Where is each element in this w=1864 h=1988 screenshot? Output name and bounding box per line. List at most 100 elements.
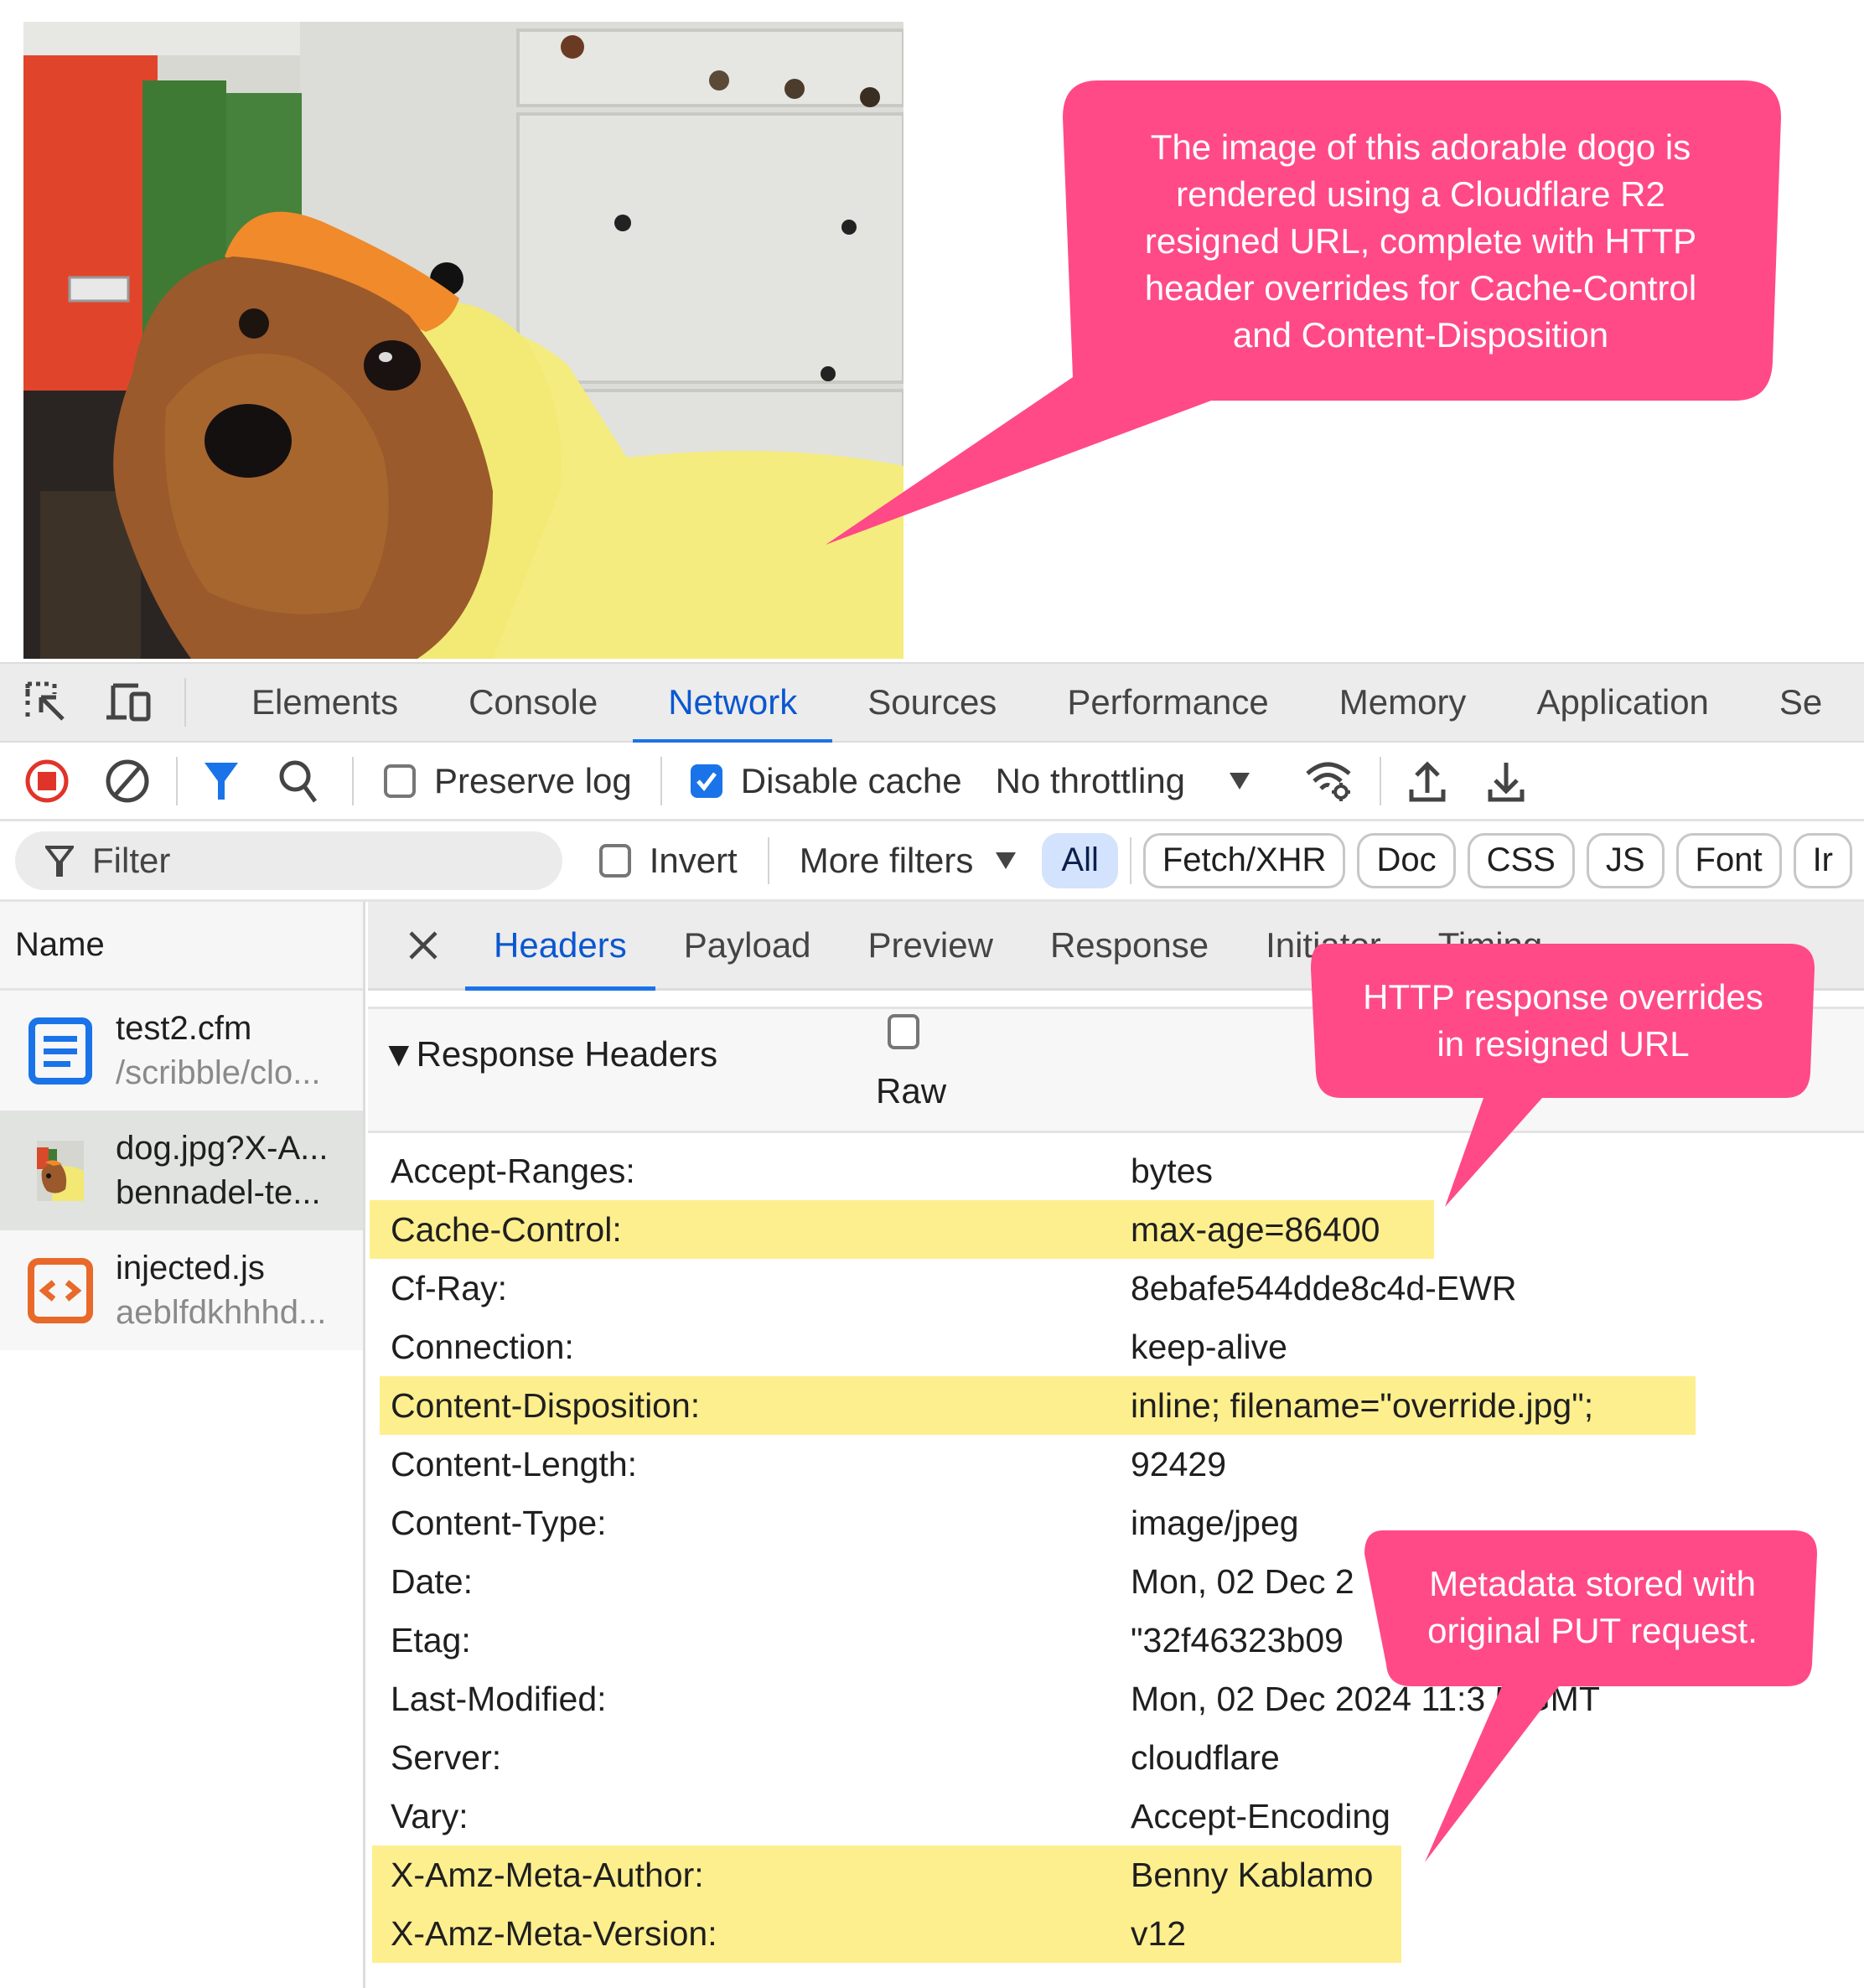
header-row: Etag: "32f46323b09 [368,1611,1864,1670]
dog-photo [23,22,904,659]
response-headers-toggle[interactable]: ▼Response Headers [381,1034,717,1074]
clear-button[interactable] [104,752,151,810]
details-spacer [368,991,1864,1009]
main-tab-application[interactable]: Application [1501,663,1743,742]
request-row[interactable]: dog.jpg?X-A... bennadel-te... [0,1110,363,1230]
preserve-log-box[interactable] [384,764,416,798]
header-value: max-age=86400 [1131,1209,1380,1249]
header-row: Content-Length: 92429 [368,1435,1864,1494]
main-tab-network[interactable]: Network [633,663,833,743]
toolbar-divider [184,678,186,727]
header-row: Accept-Ranges: bytes [368,1142,1864,1200]
details-tab-headers[interactable]: Headers [465,902,655,991]
header-name: Cf-Ray: [391,1268,507,1307]
filter-input[interactable]: Filter [15,831,562,890]
type-filter-doc[interactable]: Doc [1357,832,1456,888]
header-name: Server: [391,1737,502,1777]
header-name: X-Amz-Meta-Author: [391,1855,704,1894]
name-column-header[interactable]: Name [0,902,363,991]
devtools-main-tab-bar: Elements Console Network Sources Perform… [0,662,1864,743]
header-row: X-Amz-Meta-Version: v12 [368,1904,1864,1963]
device-toolbar-icon[interactable] [102,676,154,728]
request-name: dog.jpg?X-A... [116,1129,329,1167]
header-name: Date: [391,1561,473,1601]
document-icon [25,1016,96,1086]
search-button[interactable] [275,752,322,810]
close-details-button[interactable] [398,920,448,971]
details-tab-preview[interactable]: Preview [840,902,1022,988]
network-conditions-button[interactable] [1304,752,1354,810]
header-name: Connection: [391,1327,574,1366]
invert-box[interactable] [598,843,631,878]
filter-funnel-icon [45,845,74,877]
details-tab-timing[interactable]: Timing [1410,902,1571,988]
details-tab-initiator[interactable]: Initiator [1237,902,1410,988]
header-row: Vary: Accept-Encoding [368,1787,1864,1846]
image-thumbnail-icon [25,1136,96,1206]
header-row: Server: cloudflare [368,1728,1864,1787]
main-tab-security[interactable]: Se [1744,663,1857,742]
header-value: Accept-Encoding [1131,1796,1390,1835]
request-row[interactable]: injected.js aeblfdkhhhd... [0,1230,363,1350]
script-icon [25,1255,96,1326]
disable-cache-label: Disable cache [740,760,962,800]
raw-label: Raw [876,1071,947,1110]
header-value: "32f46323b09 [1131,1620,1344,1659]
response-headers-section-header: ▼Response Headers Raw [368,1009,1864,1133]
import-har-button[interactable] [1406,752,1448,810]
type-filter-img[interactable]: Ir [1793,832,1852,888]
request-row[interactable]: test2.cfm /scribble/clo... [0,991,363,1110]
header-row: Last-Modified: Mon, 02 Dec 2024 11:3 5 G… [368,1670,1864,1728]
type-filter-css[interactable]: CSS [1467,832,1575,888]
header-row: Content-Disposition: inline; filename="o… [368,1376,1864,1435]
request-name: test2.cfm [116,1009,252,1047]
upload-icon [1409,760,1446,801]
type-filter-font[interactable]: Font [1675,832,1782,888]
raw-checkbox[interactable] [888,1014,919,1049]
header-value: bytes [1131,1151,1213,1190]
throttling-select[interactable]: No throttling [996,761,1250,801]
disable-cache-box[interactable] [690,764,722,798]
main-tab-performance[interactable]: Performance [1032,663,1303,742]
preserve-log-checkbox[interactable]: Preserve log [384,761,632,801]
export-har-button[interactable] [1485,752,1527,810]
header-row: Connection: keep-alive [368,1318,1864,1376]
callout-text-overrides-intro: The image of this adorable dogo is rende… [1144,127,1697,355]
header-value: keep-alive [1131,1327,1287,1366]
details-tab-response[interactable]: Response [1022,902,1237,988]
more-filters-dropdown[interactable]: More filters [800,841,1017,881]
request-details-pane: Headers Payload Preview Response Initiat… [368,902,1864,1988]
toolbar-divider [1380,756,1382,805]
details-tab-payload[interactable]: Payload [655,902,840,988]
header-name: Cache-Control: [391,1209,622,1249]
main-tab-elements[interactable]: Elements [216,663,433,742]
header-name: Last-Modified: [391,1679,607,1718]
header-name: Etag: [391,1620,471,1659]
throttling-value: No throttling [995,760,1186,800]
checkmark-icon [696,771,717,791]
main-tab-console[interactable]: Console [433,663,633,742]
header-value: 92429 [1131,1444,1227,1483]
invert-checkbox[interactable]: Invert [598,841,738,881]
type-filter-fetch-xhr[interactable]: Fetch/XHR [1142,832,1346,888]
request-list: Name test2.cfm /scribble/clo... dog.jpg?… [0,902,365,1988]
details-tab-bar: Headers Payload Preview Response Initiat… [368,902,1864,991]
toolbar-divider [352,756,354,805]
main-tab-memory[interactable]: Memory [1304,663,1502,742]
filter-toggle-button[interactable] [198,752,245,810]
main-tab-sources[interactable]: Sources [832,663,1032,742]
inspect-element-icon[interactable] [20,676,72,728]
disable-cache-checkbox[interactable]: Disable cache [690,760,962,801]
filter-funnel-icon [205,762,238,800]
header-value: Mon, 02 Dec 2024 11:3 5 GMT [1131,1679,1600,1718]
close-icon [409,930,438,960]
more-filters-label: More filters [799,840,974,880]
request-path: /scribble/clo... [116,1054,321,1091]
header-name: X-Amz-Meta-Version: [391,1913,717,1953]
stop-recording-button[interactable] [23,752,70,810]
network-toolbar: Preserve log Disable cache No throttling [0,743,1864,821]
type-filter-js[interactable]: JS [1586,832,1665,888]
header-name: Content-Type: [391,1503,607,1542]
type-filter-all[interactable]: All [1042,832,1118,888]
header-row: Cf-Ray: 8ebafe544dde8c4d-EWR [368,1259,1864,1318]
